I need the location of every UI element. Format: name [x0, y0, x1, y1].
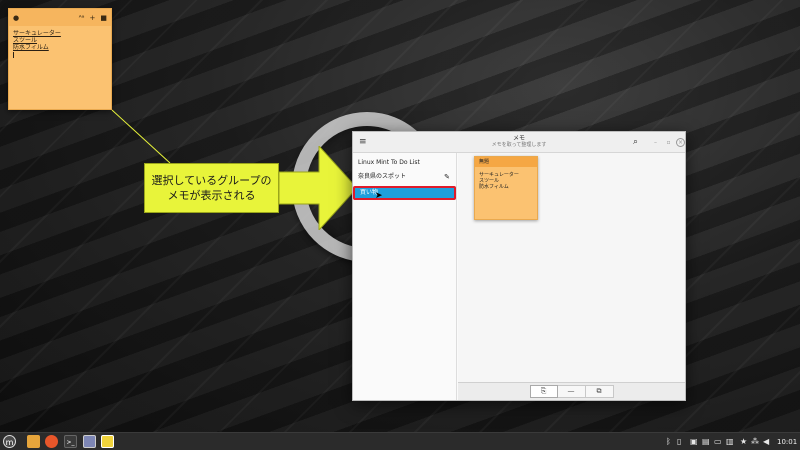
taskbar: m >_ ᛒ ▯ ▣ ▤ ▭ ▥ ★ ⁂ ◀ 10:01: [0, 432, 800, 450]
desktop-sticky-note[interactable]: ● ᴬᵃ + ■ サーキュレーター スツール 防水フィルム: [8, 8, 112, 110]
firefox-icon[interactable]: [45, 435, 58, 448]
note-card[interactable]: 無題 サーキュレーター スツール 防水フィルム: [474, 156, 538, 220]
notes-app-icon[interactable]: [101, 435, 114, 448]
start-menu-icon[interactable]: m: [3, 435, 16, 448]
note-body: サーキュレーター スツール 防水フィルム: [475, 167, 537, 195]
app-icon[interactable]: [83, 435, 96, 448]
callout-line1: 選択しているグループの: [151, 174, 272, 187]
new-note-icon[interactable]: ⎘: [529, 385, 558, 398]
sidebar-item-label: Linux Mint To Do List: [358, 159, 420, 166]
network-icon[interactable]: ⁂: [751, 433, 759, 450]
sticky-line: スツール: [13, 37, 38, 44]
sticky-line: 防水フィルム: [13, 44, 49, 51]
search-icon[interactable]: ⌕: [633, 137, 638, 147]
bluetooth-icon[interactable]: ᛒ: [666, 433, 671, 450]
clock[interactable]: 10:01: [777, 433, 797, 450]
format-icon[interactable]: ᴬᵃ: [79, 14, 85, 22]
text-cursor: [13, 52, 14, 58]
notes-window: ≡ メモ メモを取って整理します ⌕ – ▫ × Linux Mint To D…: [352, 131, 686, 401]
sidebar-item-label: 奈良県のスポット: [358, 173, 407, 180]
mouse-pointer-icon: ➤: [375, 191, 383, 201]
minimize-icon[interactable]: –: [651, 138, 660, 147]
add-note-icon[interactable]: +: [90, 14, 96, 22]
volume-icon[interactable]: ◀: [763, 433, 769, 450]
terminal-icon[interactable]: >_: [64, 435, 77, 448]
maximize-icon[interactable]: ▫: [664, 138, 673, 147]
sticky-body[interactable]: サーキュレーター スツール 防水フィルム: [9, 26, 111, 62]
note-title: 無題: [475, 157, 537, 167]
notes-grid: 無題 サーキュレーター スツール 防水フィルム: [458, 153, 685, 382]
note-line: 防水フィルム: [479, 184, 509, 190]
folder-icon[interactable]: [27, 435, 40, 448]
sticky-toolbar: ● ᴬᵃ + ■: [9, 9, 111, 26]
duplicate-icon[interactable]: ⧉: [585, 385, 614, 398]
trash-icon[interactable]: ▥: [726, 433, 734, 450]
callout-line2: メモが表示される: [167, 189, 256, 202]
group-sidebar: Linux Mint To Do List 奈良県のスポット ✎ 買い物 ➤: [353, 153, 457, 400]
pencil-icon[interactable]: ✎: [444, 170, 450, 184]
remove-icon[interactable]: —: [557, 385, 586, 398]
star-icon[interactable]: ★: [740, 433, 747, 450]
sidebar-item-nara[interactable]: 奈良県のスポット ✎: [353, 170, 456, 184]
pin-icon[interactable]: ●: [13, 14, 19, 22]
delete-note-icon[interactable]: ■: [100, 14, 107, 22]
title-bar: ≡ メモ メモを取って整理します ⌕ – ▫ ×: [353, 132, 685, 153]
close-icon[interactable]: ×: [676, 138, 685, 147]
callout-arrow-icon: [279, 146, 358, 230]
bottom-toolbar: ⎘ — ⧉: [458, 382, 685, 400]
update-icon[interactable]: ▤: [702, 433, 710, 450]
sidebar-item-shopping[interactable]: 買い物: [353, 186, 456, 200]
annotation-callout: 選択しているグループの メモが表示される: [144, 163, 279, 213]
shield-icon[interactable]: ▣: [690, 433, 698, 450]
folder-tray-icon[interactable]: ▭: [714, 433, 722, 450]
sidebar-item-todo[interactable]: Linux Mint To Do List: [353, 156, 456, 170]
sticky-line: サーキュレーター: [13, 30, 61, 37]
notes-tray-icon[interactable]: ▯: [677, 433, 681, 450]
